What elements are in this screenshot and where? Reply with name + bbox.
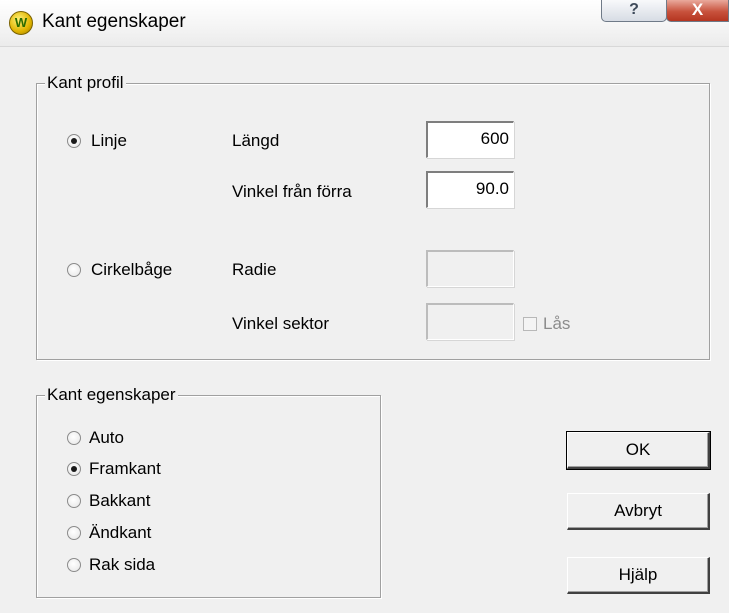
edge-profile-legend: Kant profil <box>45 73 126 93</box>
radius-input[interactable] <box>426 250 514 287</box>
linje-label[interactable]: Linje <box>91 130 127 152</box>
radius-label: Radie <box>232 260 277 279</box>
rak-sida-label[interactable]: Rak sida <box>89 554 155 576</box>
auto-radio[interactable] <box>67 431 81 445</box>
app-logo-icon: W <box>9 11 33 35</box>
help-button[interactable]: Hjälp <box>567 557 710 594</box>
linje-radio[interactable] <box>67 134 81 148</box>
close-icon: X <box>691 0 704 19</box>
edge-properties-legend: Kant egenskaper <box>45 385 178 405</box>
help-question-button[interactable]: ? <box>601 0 667 22</box>
framkant-radio[interactable] <box>67 462 81 476</box>
rak-sida-radio[interactable] <box>67 558 81 572</box>
angle-from-previous-label: Vinkel från förra <box>232 182 352 201</box>
sector-angle-input[interactable] <box>426 303 514 340</box>
andkant-label[interactable]: Ändkant <box>89 522 151 544</box>
question-icon: ? <box>629 1 639 18</box>
edge-profile-group: Kant profil <box>36 73 710 360</box>
andkant-radio[interactable] <box>67 526 81 540</box>
sector-angle-label: Vinkel sektor <box>232 314 330 333</box>
ok-button[interactable]: OK <box>566 431 711 470</box>
length-input[interactable]: 600 <box>426 121 514 158</box>
close-button[interactable]: X <box>666 0 729 22</box>
window-title: Kant egenskaper <box>42 11 186 32</box>
cirkelbage-label[interactable]: Cirkelbåge <box>91 259 172 281</box>
auto-label[interactable]: Auto <box>89 427 124 449</box>
title-bar: W Kant egenskaper ? X <box>0 0 729 47</box>
framkant-label[interactable]: Framkant <box>89 458 161 480</box>
bakkant-label[interactable]: Bakkant <box>89 490 150 512</box>
length-label: Längd <box>232 131 280 150</box>
lock-label[interactable]: Lås <box>543 313 570 335</box>
cancel-button[interactable]: Avbryt <box>567 493 710 530</box>
app-icon-letter: W <box>14 15 28 30</box>
bakkant-radio[interactable] <box>67 494 81 508</box>
cirkelbage-radio[interactable] <box>67 263 81 277</box>
edge-properties-group: Kant egenskaper <box>36 385 381 598</box>
lock-checkbox[interactable] <box>523 317 537 331</box>
angle-from-previous-input[interactable]: 90.0 <box>426 171 514 208</box>
